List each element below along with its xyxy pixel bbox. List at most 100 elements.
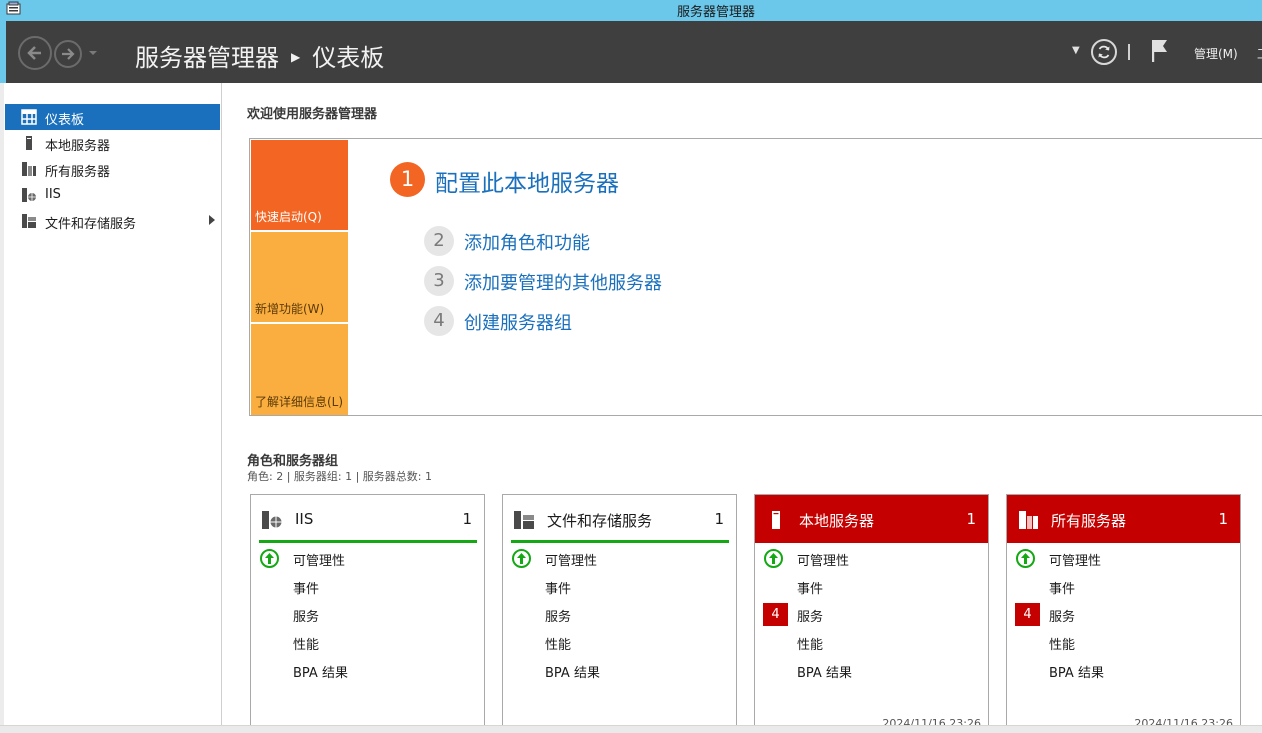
tile-label: 新增功能(W) bbox=[255, 302, 325, 316]
step-number: 4 bbox=[424, 306, 454, 336]
row-performance[interactable]: 性能 bbox=[251, 629, 484, 657]
card-count: 1 bbox=[462, 510, 472, 528]
row-services[interactable]: 服务 bbox=[503, 601, 736, 629]
row-performance[interactable]: 性能 bbox=[1007, 629, 1240, 657]
row-bpa[interactable]: BPA 结果 bbox=[503, 657, 736, 685]
row-manageability[interactable]: 可管理性 bbox=[1007, 545, 1240, 573]
step-link[interactable]: 配置此本地服务器 bbox=[435, 164, 619, 198]
alert-count-badge: 4 bbox=[1015, 603, 1040, 626]
tile-label: 了解详细信息(L) bbox=[255, 395, 344, 409]
row-services[interactable]: 4 服务 bbox=[1007, 601, 1240, 629]
local-server-icon bbox=[26, 136, 32, 150]
row-label: BPA 结果 bbox=[293, 666, 348, 681]
breadcrumb: 服务器管理器 ▶ 仪表板 bbox=[135, 38, 384, 73]
role-card-all-servers[interactable]: 所有服务器 1 可管理性 事件 4 服务 性能 BPA 结果 2024/11/1… bbox=[1006, 494, 1241, 733]
horizontal-scrollbar[interactable] bbox=[0, 725, 1262, 733]
manage-menu[interactable]: 管理(M) bbox=[1194, 45, 1238, 62]
sidebar-item-local-server[interactable]: 本地服务器 bbox=[5, 130, 220, 156]
alert-count-badge: 4 bbox=[763, 603, 788, 626]
card-header[interactable]: 所有服务器 1 bbox=[1007, 495, 1240, 543]
forward-button[interactable] bbox=[54, 40, 82, 68]
row-events[interactable]: 事件 bbox=[1007, 573, 1240, 601]
step-link[interactable]: 创建服务器组 bbox=[464, 309, 572, 335]
sidebar-item-file-storage[interactable]: 文件和存储服务 bbox=[5, 208, 220, 234]
tile-quick-start[interactable]: 快速启动(Q) bbox=[251, 140, 348, 230]
card-title: 本地服务器 bbox=[799, 512, 875, 530]
iis-icon bbox=[262, 511, 283, 529]
card-count: 1 bbox=[1218, 510, 1228, 528]
tools-menu[interactable]: 工 bbox=[1257, 45, 1262, 62]
card-count: 1 bbox=[966, 510, 976, 528]
row-bpa[interactable]: BPA 结果 bbox=[755, 657, 988, 685]
back-button[interactable] bbox=[18, 36, 52, 70]
step-number: 2 bbox=[424, 226, 454, 256]
header-divider bbox=[1128, 44, 1130, 60]
sidebar-item-label: IIS bbox=[45, 187, 61, 202]
history-dropdown-icon[interactable] bbox=[87, 47, 99, 59]
refresh-button[interactable] bbox=[1091, 39, 1117, 65]
ok-arrow-icon bbox=[260, 549, 279, 568]
all-servers-icon bbox=[1019, 511, 1038, 529]
row-performance[interactable]: 性能 bbox=[755, 629, 988, 657]
notifications-flag-icon[interactable] bbox=[1150, 39, 1170, 63]
row-label: 性能 bbox=[545, 638, 572, 653]
row-manageability[interactable]: 可管理性 bbox=[755, 545, 988, 573]
row-events[interactable]: 事件 bbox=[755, 573, 988, 601]
role-card-file-storage[interactable]: 文件和存储服务 1 可管理性 事件 服务 性能 BPA 结果 bbox=[502, 494, 737, 733]
card-header[interactable]: 文件和存储服务 1 bbox=[503, 495, 736, 543]
role-card-iis[interactable]: IIS 1 可管理性 事件 服务 性能 BPA 结果 bbox=[250, 494, 485, 733]
sidebar-item-dashboard[interactable]: 仪表板 bbox=[5, 104, 220, 130]
welcome-title: 欢迎使用服务器管理器 bbox=[247, 107, 378, 122]
ok-arrow-icon bbox=[764, 549, 783, 568]
tile-whats-new[interactable]: 新增功能(W) bbox=[251, 232, 348, 322]
row-bpa[interactable]: BPA 结果 bbox=[1007, 657, 1240, 685]
ok-arrow-icon bbox=[1016, 549, 1035, 568]
row-events[interactable]: 事件 bbox=[503, 573, 736, 601]
row-label: 可管理性 bbox=[1049, 554, 1102, 569]
row-label: 可管理性 bbox=[797, 554, 850, 569]
row-label: BPA 结果 bbox=[545, 666, 600, 681]
status-ok-bar bbox=[259, 540, 477, 543]
step-number: 1 bbox=[390, 162, 425, 197]
card-header[interactable]: 本地服务器 1 bbox=[755, 495, 988, 543]
row-label: 事件 bbox=[293, 582, 320, 597]
card-title: 文件和存储服务 bbox=[547, 512, 653, 530]
row-events[interactable]: 事件 bbox=[251, 573, 484, 601]
file-storage-icon bbox=[514, 511, 534, 529]
row-label: 事件 bbox=[545, 582, 572, 597]
row-services[interactable]: 4 服务 bbox=[755, 601, 988, 629]
header-dropdown-icon[interactable]: ▼ bbox=[1072, 45, 1080, 56]
card-count: 1 bbox=[714, 510, 724, 528]
role-card-local-server[interactable]: 本地服务器 1 可管理性 事件 4 服务 性能 BPA 结果 2024/11/1… bbox=[754, 494, 989, 733]
step-link[interactable]: 添加角色和功能 bbox=[464, 229, 590, 255]
sidebar-edge bbox=[0, 83, 4, 725]
header-bar: 服务器管理器 ▶ 仪表板 ▼ 管理(M) 工 bbox=[0, 21, 1262, 83]
row-manageability[interactable]: 可管理性 bbox=[251, 545, 484, 573]
row-services[interactable]: 服务 bbox=[251, 601, 484, 629]
roles-section-summary: 角色: 2 | 服务器组: 1 | 服务器总数: 1 bbox=[247, 470, 433, 483]
sidebar-item-iis[interactable]: IIS bbox=[5, 182, 220, 208]
refresh-icon bbox=[1098, 45, 1110, 59]
sidebar: 仪表板 本地服务器 所有服务器 IIS 文件和存储服务 bbox=[0, 83, 222, 725]
row-label: 性能 bbox=[797, 638, 824, 653]
step-number: 3 bbox=[424, 266, 454, 296]
row-manageability[interactable]: 可管理性 bbox=[503, 545, 736, 573]
row-performance[interactable]: 性能 bbox=[503, 629, 736, 657]
card-title: 所有服务器 bbox=[1051, 512, 1127, 530]
iis-icon bbox=[22, 188, 37, 202]
chevron-right-icon[interactable] bbox=[208, 214, 216, 226]
tile-learn-more[interactable]: 了解详细信息(L) bbox=[251, 324, 348, 415]
card-header[interactable]: IIS 1 bbox=[251, 495, 484, 543]
row-label: BPA 结果 bbox=[797, 666, 852, 681]
breadcrumb-page: 仪表板 bbox=[312, 44, 385, 72]
row-label: 事件 bbox=[1049, 582, 1076, 597]
sidebar-item-all-servers[interactable]: 所有服务器 bbox=[5, 156, 220, 182]
sidebar-item-label: 所有服务器 bbox=[45, 165, 111, 180]
file-storage-icon bbox=[22, 214, 36, 228]
step-link[interactable]: 添加要管理的其他服务器 bbox=[464, 269, 662, 295]
all-servers-icon bbox=[22, 162, 36, 176]
status-ok-bar bbox=[511, 540, 729, 543]
local-server-icon bbox=[772, 511, 780, 529]
roles-section-title: 角色和服务器组 bbox=[247, 454, 339, 469]
row-bpa[interactable]: BPA 结果 bbox=[251, 657, 484, 685]
